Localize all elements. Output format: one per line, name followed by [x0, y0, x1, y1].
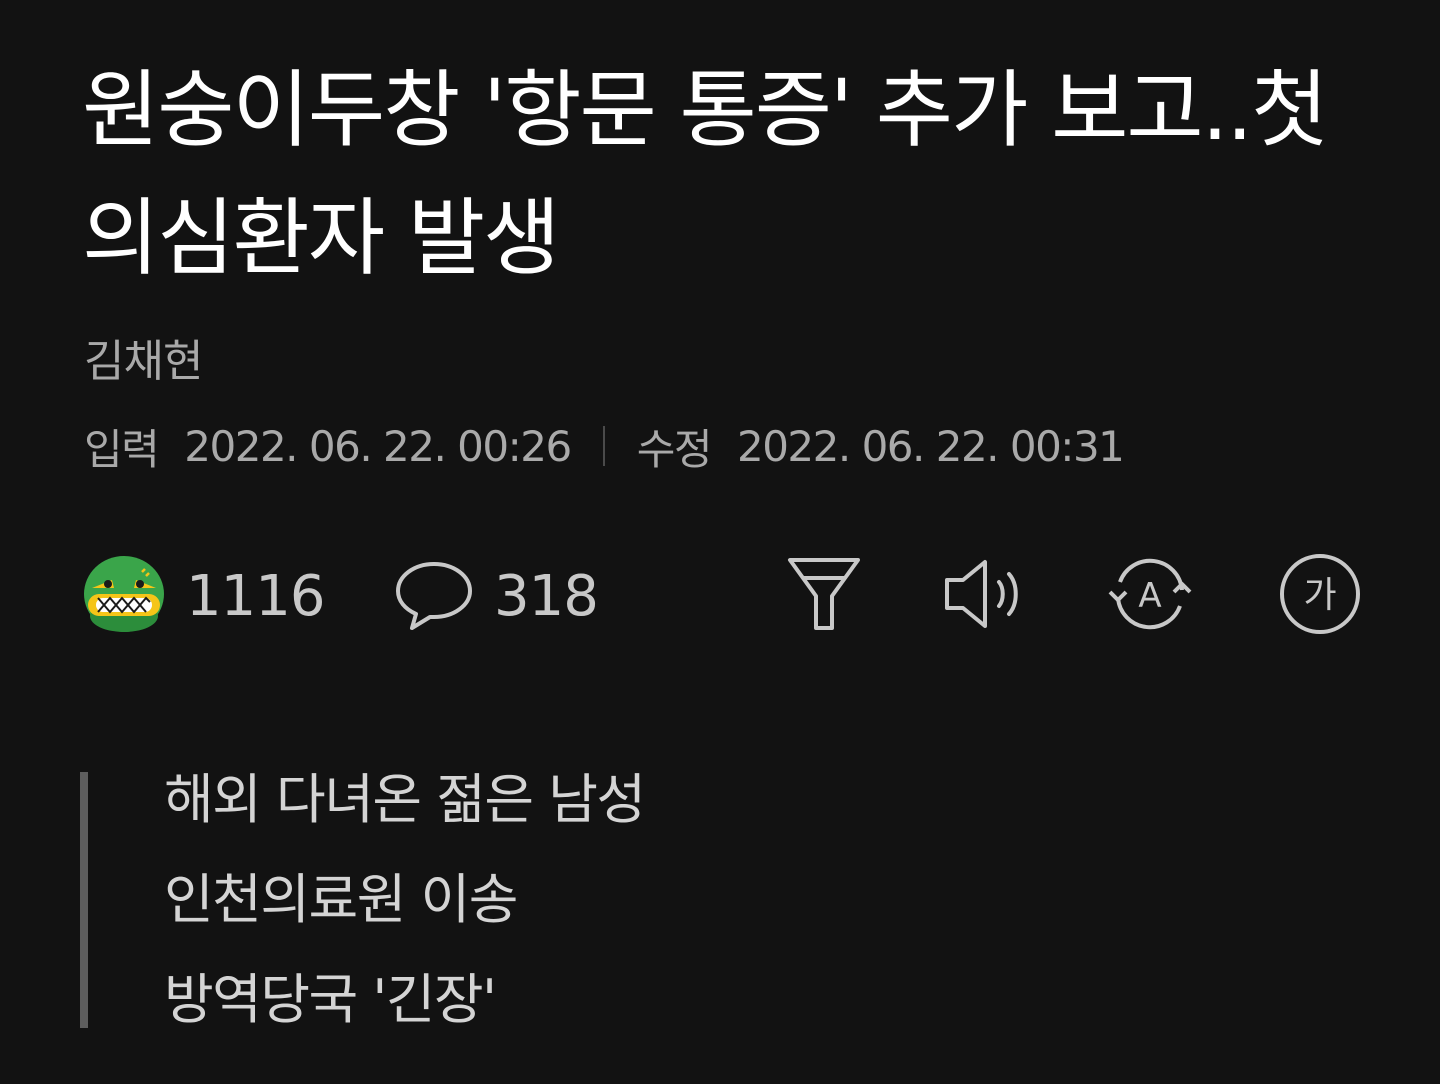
article-timestamps: 입력 2022. 06. 22. 00:26 수정 2022. 06. 22. … [84, 418, 1125, 474]
summary-line: 방역당국 '긴장' [164, 968, 497, 1031]
summary-line: 인천의료원 이송 [164, 868, 518, 931]
article-toolbar: 1116 318 A 가 [0, 548, 1440, 644]
article-title: 원숭이두창 '항문 통증' 추가 보고..첫 의심환자 발생 [82, 61, 1328, 287]
article-author[interactable]: 김채현 [84, 332, 203, 392]
published-time: 2022. 06. 22. 00:26 [184, 421, 572, 471]
reaction-count: 1116 [186, 563, 326, 629]
reaction-button[interactable]: 1116 [82, 548, 326, 644]
published-label: 입력 [84, 424, 160, 474]
comments-button[interactable]: 318 [394, 548, 599, 644]
translate-button[interactable]: A [1106, 552, 1194, 640]
summary-line: 해외 다녀온 젊은 남성 [164, 768, 646, 831]
article-summary: 해외 다녀온 젊은 남성 인천의료원 이송 방역당국 '긴장' [80, 768, 646, 1031]
font-size-icon: 가 [1277, 551, 1363, 641]
summary-button[interactable] [780, 552, 868, 640]
translate-a-icon: A [1106, 552, 1194, 640]
modified-label: 수정 [636, 424, 713, 474]
modified-time: 2022. 06. 22. 00:31 [736, 421, 1125, 471]
listen-button[interactable] [940, 552, 1028, 640]
funnel-icon [786, 554, 862, 638]
translate-glyph: A [1138, 576, 1161, 616]
meta-divider [602, 426, 605, 466]
font-size-glyph: 가 [1303, 575, 1336, 616]
angry-face-emoji-icon [82, 554, 166, 638]
comment-count: 318 [494, 563, 599, 629]
font-size-button[interactable]: 가 [1276, 552, 1364, 640]
speech-bubble-icon [394, 554, 474, 638]
speaker-icon [941, 554, 1027, 638]
